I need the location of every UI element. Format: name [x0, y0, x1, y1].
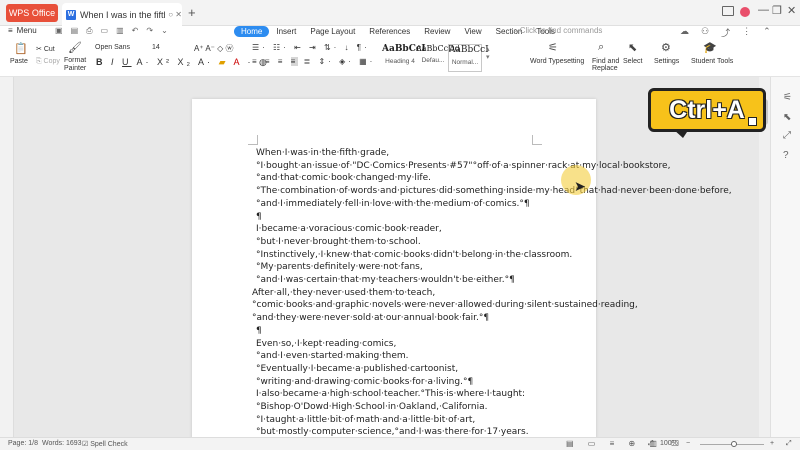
adjust-icon[interactable]: ⚟	[783, 92, 792, 103]
share-icon[interactable]: ⤴	[721, 26, 730, 39]
mouse-pointer-icon: ➤	[574, 178, 586, 194]
select-cursor-icon[interactable]: ⬉	[628, 41, 637, 54]
menu-button[interactable]: ≡ Menu	[8, 26, 37, 35]
grow-shrink-font-buttons[interactable]: A⁺ A⁻ ◇ ⓦ	[194, 43, 234, 54]
hamburger-icon: ≡	[8, 26, 13, 35]
badge-tail	[673, 129, 689, 138]
open-icon[interactable]: ▤	[71, 26, 79, 36]
ribbon-home: 📋 Paste ✂ Cut ⎘ Copy 🖌 Format Painter Op…	[0, 41, 800, 77]
title-bar: WPS Office W When I was in the fifth gra…	[0, 0, 800, 26]
tab-view[interactable]: View	[457, 26, 488, 37]
more-icon[interactable]: ⋮	[742, 26, 751, 39]
monitor-icon[interactable]	[722, 6, 734, 16]
pointer-tool-icon[interactable]: ⬉	[783, 112, 791, 123]
search-input[interactable]: Click to find commands	[520, 26, 603, 35]
paragraph[interactable]: ¶	[256, 325, 532, 338]
style-default[interactable]: AaBbCcDd Defau...	[416, 44, 460, 72]
close-icon[interactable]: ✕	[787, 4, 796, 17]
redo-icon[interactable]: ↷	[146, 26, 153, 36]
shortcut-label: Ctrl+A	[669, 95, 745, 124]
format-painter-button[interactable]: Format Painter	[64, 57, 86, 73]
zoom-level[interactable]: 100%	[660, 440, 678, 447]
format-painter-icon[interactable]: 🖌	[68, 41, 82, 54]
avatar[interactable]	[740, 7, 750, 17]
collaborate-icon[interactable]: ⚇	[701, 26, 709, 39]
command-search[interactable]: ⌕ Click to find commands	[513, 26, 602, 36]
font-size-select[interactable]: 14	[152, 44, 160, 51]
customize-icon[interactable]: ⌄	[161, 26, 168, 36]
collapse-ribbon-icon[interactable]: ⌃	[763, 26, 771, 39]
badge-box-icon	[748, 117, 757, 126]
menu-bar: ≡ Menu ▣ ▤ ⎙ ▭ ▥ ↶ ↷ ⌄ Home Insert Page …	[0, 26, 800, 40]
alignment-buttons[interactable]: ≡ ≡ ≡ ≡ ≣ ⇕· ◈· ▦·	[252, 57, 375, 66]
status-bar: Page: 1/8 Words: 1693 ☑ Spell Check ▤ ▭ …	[0, 437, 800, 450]
save-icon[interactable]: ▣	[55, 26, 63, 36]
tab-references[interactable]: References	[362, 26, 417, 37]
shortcut-badge: Ctrl+A	[648, 88, 766, 138]
tab-close-icon[interactable]: ○ ✕	[168, 10, 182, 19]
paragraph[interactable]: I·became·a·voracious·comic·book·reader,°…	[256, 223, 572, 287]
select-button[interactable]: Select	[623, 58, 642, 65]
paragraph[interactable]: ¶	[256, 211, 532, 224]
paragraph[interactable]: Even·so,·I·kept·reading·comics,°and·I·ev…	[256, 338, 532, 389]
find-replace-icon[interactable]: ⌕	[598, 41, 604, 54]
font-format-buttons[interactable]: B I U A· X² X₂ A· ▰ A · ◍	[96, 57, 270, 68]
page-indicator[interactable]: Page: 1/8	[8, 440, 38, 447]
tab-page-layout[interactable]: Page Layout	[303, 26, 362, 37]
undo-icon[interactable]: ↶	[132, 26, 139, 36]
fullscreen-icon[interactable]: ⤢	[786, 440, 792, 448]
menubar-right-tools: ☁ ⚇ ⤴ ⋮ ⌃	[680, 26, 771, 39]
paste-button[interactable]: Paste	[10, 58, 28, 65]
cut-button[interactable]: ✂ Cut	[36, 45, 55, 53]
settings-icon[interactable]: ⚙	[661, 41, 671, 54]
graduation-cap-icon[interactable]: 🎓	[703, 41, 717, 54]
margin-corner-top-left	[248, 135, 258, 145]
list-buttons[interactable]: ☰· ☷· ⇤ ⇥ ⇅· ↓ ¶·	[252, 43, 370, 52]
document-tab-title: When I was in the fifth grade	[80, 9, 165, 20]
transform-icon[interactable]: ⤢	[783, 130, 791, 141]
document-tab[interactable]: W When I was in the fifth grade ○ ✕	[62, 3, 182, 26]
tab-insert[interactable]: Insert	[269, 26, 303, 37]
fit-page-icon[interactable]: ⤢	[648, 440, 654, 448]
cloud-icon[interactable]: ☁	[680, 26, 689, 39]
export-icon[interactable]: ▥	[116, 26, 124, 36]
print-icon[interactable]: ⎙	[86, 26, 92, 36]
left-ruler	[0, 77, 14, 437]
style-normal[interactable]: AaBbCcI Normal...	[448, 44, 489, 72]
find-replace-button[interactable]: Find and Replace	[592, 58, 619, 72]
settings-button[interactable]: Settings	[654, 58, 679, 65]
styles-more-icon[interactable]: ▴ ▾	[486, 45, 490, 61]
font-name-select[interactable]: Open Sans	[95, 44, 145, 51]
document-page[interactable]: When·I·was·in·the·fifth·grade,°I·bought·…	[192, 99, 732, 450]
zoom-in-icon[interactable]: +	[770, 440, 774, 447]
writer-doc-icon: W	[66, 9, 76, 20]
paste-icon[interactable]: 📋	[14, 42, 28, 55]
search-icon: ⌕	[513, 26, 520, 35]
tab-home[interactable]: Home	[234, 26, 270, 37]
word-count[interactable]: Words: 1693	[42, 440, 82, 447]
zoom-slider-knob[interactable]	[731, 441, 737, 447]
new-tab-button[interactable]: +	[188, 5, 196, 20]
tab-review[interactable]: Review	[417, 26, 457, 37]
word-typesetting-button[interactable]: Word Typesetting	[530, 58, 584, 65]
student-tools-button[interactable]: Student Tools	[691, 58, 733, 65]
paragraph[interactable]: When·I·was·in·the·fifth·grade,°I·bought·…	[256, 147, 732, 211]
minimize-icon[interactable]: —	[758, 4, 769, 16]
quick-access-toolbar: ▣ ▤ ⎙ ▭ ▥ ↶ ↷ ⌄	[55, 26, 168, 36]
help-icon[interactable]: ?	[783, 150, 789, 161]
word-typesetting-icon[interactable]: ⚟	[548, 41, 558, 54]
preview-icon[interactable]: ▭	[101, 26, 109, 36]
spell-check-toggle[interactable]: ☑ Spell Check	[82, 440, 128, 448]
menu-label: Menu	[16, 26, 37, 35]
style-heading-4[interactable]: AaBbCcI Heading 4	[382, 44, 426, 72]
document-body[interactable]: When·I·was·in·the·fifth·grade,°I·bought·…	[252, 147, 732, 450]
copy-button[interactable]: ⎘ Copy	[36, 58, 60, 66]
margin-corner-top-right	[532, 135, 542, 145]
paragraph[interactable]: After·all,·they·never·used·them·to·teach…	[252, 287, 638, 325]
zoom-out-icon[interactable]: −	[686, 440, 690, 447]
maximize-icon[interactable]: ❐	[772, 4, 782, 17]
wps-office-tab[interactable]: WPS Office	[6, 4, 58, 22]
